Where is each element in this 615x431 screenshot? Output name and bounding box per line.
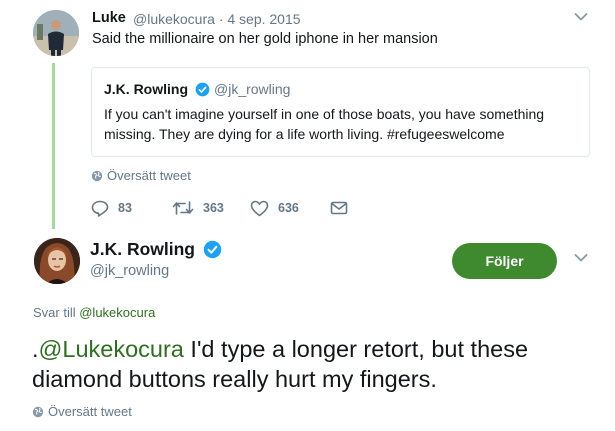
parent-author-name[interactable]: Luke <box>92 10 126 26</box>
chevron-down-icon[interactable] <box>574 253 588 263</box>
retweet-button[interactable]: 363 <box>172 198 224 218</box>
globe-icon <box>32 406 44 418</box>
direct-message-button[interactable] <box>330 198 348 218</box>
verified-badge-icon <box>195 82 210 97</box>
author-handle[interactable]: @jk_rowling <box>90 263 169 279</box>
globe-icon <box>91 170 103 182</box>
parent-tweet-date[interactable]: · 4 sep. 2015 <box>219 11 301 27</box>
tweet-text: .@Lukekocura I'd type a longer retort, b… <box>32 334 602 394</box>
translate-tweet-link[interactable]: Översätt tweet <box>32 404 132 419</box>
parent-tweet-text: Said the millionaire on her gold iphone … <box>92 31 438 47</box>
message-icon <box>330 201 348 215</box>
translate-tweet-link[interactable]: Översätt tweet <box>91 168 191 183</box>
chevron-down-icon[interactable] <box>574 12 588 22</box>
author-name[interactable]: J.K. Rowling <box>90 239 195 260</box>
parent-author-handle-date[interactable]: @lukekocura · 4 sep. 2015 <box>133 11 301 27</box>
like-count: 636 <box>278 201 299 215</box>
avatar-jk-rowling[interactable] <box>34 238 80 284</box>
retweet-count: 363 <box>203 201 224 215</box>
reply-count: 83 <box>118 201 132 215</box>
thread-connector-line <box>52 63 55 229</box>
quoted-author-name: J.K. Rowling <box>104 81 188 97</box>
like-button[interactable]: 636 <box>250 198 299 218</box>
quoted-author-handle: @jk_rowling <box>214 81 291 97</box>
reply-context: Svar till @lukekocura <box>33 305 155 320</box>
reply-icon <box>91 200 109 217</box>
reply-target-link[interactable]: @lukekocura <box>79 305 155 320</box>
quoted-tweet-text: If you can't imagine yourself in one of … <box>104 106 545 142</box>
verified-badge-icon <box>203 240 222 259</box>
translate-tweet-label[interactable]: Översätt tweet <box>107 168 191 183</box>
translate-tweet-label[interactable]: Översätt tweet <box>48 404 132 419</box>
like-icon <box>250 200 269 216</box>
retweet-icon <box>172 201 194 215</box>
reply-button[interactable]: 83 <box>91 198 132 218</box>
avatar-luke[interactable] <box>33 10 79 56</box>
mention-link[interactable]: @Lukekocura <box>39 336 184 362</box>
following-button[interactable]: Följer <box>452 243 557 279</box>
parent-author-handle[interactable]: @lukekocura <box>133 11 215 27</box>
quoted-tweet-card[interactable]: J.K. Rowling @jk_rowling If you can't im… <box>91 67 590 157</box>
reply-prefix: Svar till <box>33 305 80 320</box>
